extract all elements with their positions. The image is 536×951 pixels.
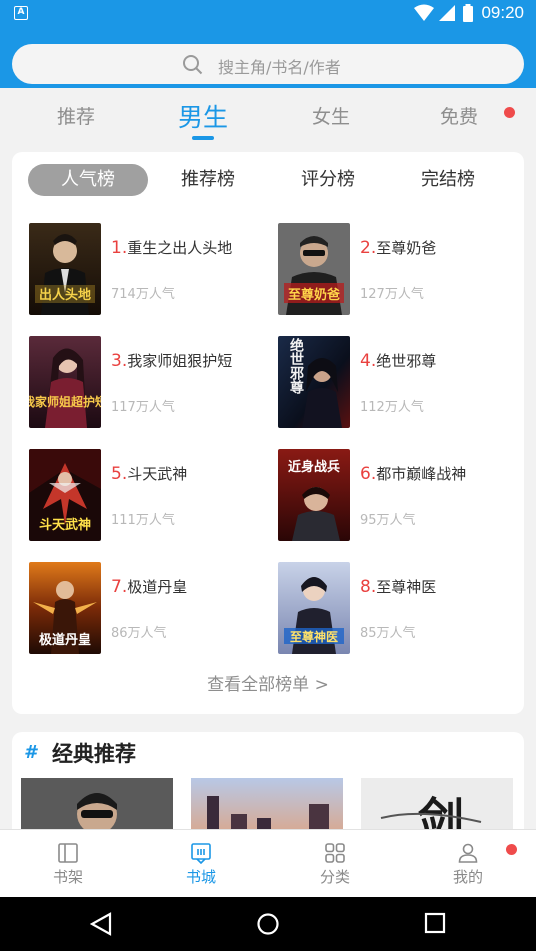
book-cover-title: 至尊神医 bbox=[290, 629, 338, 644]
ranking-card: 人气榜 推荐榜 评分榜 完结榜 出人头地 1.重生之出人头地 714万人气 至尊… bbox=[12, 152, 524, 714]
book-title: 6.都市巅峰战神 bbox=[360, 464, 467, 484]
back-icon[interactable] bbox=[90, 912, 112, 936]
book-title: 1.重生之出人头地 bbox=[111, 238, 233, 258]
search-icon bbox=[183, 55, 203, 75]
nav-bookstore[interactable]: 书城 bbox=[161, 842, 241, 887]
bookshelf-icon bbox=[58, 843, 78, 863]
section-hash-icon: # bbox=[24, 742, 37, 763]
book-cover[interactable]: 至尊奶爸 bbox=[278, 223, 350, 315]
tab-male[interactable]: 男生 bbox=[163, 98, 243, 140]
status-time: 09:20 bbox=[481, 3, 524, 22]
category-grid-icon bbox=[325, 843, 345, 863]
book-popularity: 127万人气 bbox=[360, 287, 424, 302]
profile-badge bbox=[506, 844, 517, 855]
section-title: 经典推荐 bbox=[52, 742, 136, 766]
book-cover[interactable]: 出人头地 bbox=[29, 223, 101, 315]
book-popularity: 714万人气 bbox=[111, 287, 175, 302]
book-item[interactable]: 绝世邪尊 4.绝世邪尊 112万人气 bbox=[278, 336, 518, 428]
rank-tab-rating[interactable]: 评分榜 bbox=[268, 164, 388, 196]
battery-icon bbox=[463, 4, 473, 22]
bottom-nav: 书架 书城 分类 我的 bbox=[0, 829, 536, 897]
nav-bookshelf[interactable]: 书架 bbox=[28, 842, 108, 887]
rank-tab-recommend[interactable]: 推荐榜 bbox=[148, 164, 268, 196]
book-popularity: 95万人气 bbox=[360, 513, 416, 528]
book-title: 7.极道丹皇 bbox=[111, 577, 188, 597]
see-all-rankings-link[interactable]: 查看全部榜单 > bbox=[12, 670, 524, 695]
book-cover-title: 我家师姐超护短 bbox=[29, 394, 101, 409]
tab-recommend[interactable]: 推荐 bbox=[36, 102, 116, 129]
signal-icon bbox=[439, 5, 455, 21]
book-item[interactable]: 出人头地 1.重生之出人头地 714万人气 bbox=[29, 223, 269, 315]
search-input[interactable]: 搜主角/书名/作者 bbox=[12, 44, 524, 84]
book-cover-title: 极道丹皇 bbox=[39, 632, 91, 648]
rank-tabs: 人气榜 推荐榜 评分榜 完结榜 bbox=[28, 164, 508, 196]
active-tab-indicator bbox=[192, 136, 214, 140]
book-cover[interactable]: 至尊神医 bbox=[278, 562, 350, 654]
book-item[interactable]: 我家师姐超护短 3.我家师姐狠护短 117万人气 bbox=[29, 336, 269, 428]
tab-female[interactable]: 女生 bbox=[291, 102, 371, 129]
book-cover[interactable]: 近身战兵 bbox=[278, 449, 350, 541]
nav-profile[interactable]: 我的 bbox=[428, 842, 508, 887]
rank-tab-completed[interactable]: 完结榜 bbox=[388, 164, 508, 196]
book-title: 4.绝世邪尊 bbox=[360, 351, 437, 371]
wifi-icon bbox=[414, 4, 434, 21]
book-title: 3.我家师姐狠护短 bbox=[111, 351, 233, 371]
rank-tab-popular[interactable]: 人气榜 bbox=[28, 164, 148, 196]
book-item[interactable]: 近身战兵 6.都市巅峰战神 95万人气 bbox=[278, 449, 518, 541]
book-cover-title: 绝世邪尊 bbox=[288, 337, 305, 395]
book-item[interactable]: 至尊神医 8.至尊神医 85万人气 bbox=[278, 562, 518, 654]
book-title: 2.至尊奶爸 bbox=[360, 238, 437, 258]
book-popularity: 112万人气 bbox=[360, 400, 424, 415]
book-popularity: 111万人气 bbox=[111, 513, 175, 528]
category-tabs: 推荐 男生 女生 免费 bbox=[0, 88, 536, 146]
search-header: 搜主角/书名/作者 bbox=[0, 28, 536, 88]
free-tab-badge bbox=[504, 107, 515, 118]
book-cover[interactable]: 绝世邪尊 bbox=[278, 336, 350, 428]
book-popularity: 85万人气 bbox=[360, 626, 416, 641]
app-notification-icon: A bbox=[14, 6, 28, 20]
book-cover-title: 斗天武神 bbox=[39, 517, 91, 533]
bookstore-icon bbox=[191, 843, 211, 864]
book-title: 5.斗天武神 bbox=[111, 464, 188, 484]
status-bar: A 09:20 bbox=[0, 0, 536, 28]
system-nav-bar bbox=[0, 897, 536, 951]
book-item[interactable]: 斗天武神 5.斗天武神 111万人气 bbox=[29, 449, 269, 541]
book-cover[interactable]: 极道丹皇 bbox=[29, 562, 101, 654]
profile-icon bbox=[458, 843, 478, 863]
book-item[interactable]: 极道丹皇 7.极道丹皇 86万人气 bbox=[29, 562, 269, 654]
book-cover-title: 近身战兵 bbox=[288, 459, 340, 475]
book-cover-title: 出人头地 bbox=[39, 287, 91, 303]
recents-icon[interactable] bbox=[424, 912, 446, 934]
classic-recommend-section: # 经典推荐 剑 bbox=[12, 732, 524, 842]
book-popularity: 86万人气 bbox=[111, 626, 167, 641]
book-cover[interactable]: 我家师姐超护短 bbox=[29, 336, 101, 428]
book-cover[interactable]: 斗天武神 bbox=[29, 449, 101, 541]
nav-category[interactable]: 分类 bbox=[295, 842, 375, 887]
home-icon[interactable] bbox=[256, 912, 280, 936]
book-popularity: 117万人气 bbox=[111, 400, 175, 415]
book-item[interactable]: 至尊奶爸 2.至尊奶爸 127万人气 bbox=[278, 223, 518, 315]
book-title: 8.至尊神医 bbox=[360, 577, 437, 597]
search-placeholder: 搜主角/书名/作者 bbox=[218, 58, 341, 77]
book-cover-title: 至尊奶爸 bbox=[288, 287, 340, 303]
tab-free[interactable]: 免费 bbox=[419, 102, 499, 129]
